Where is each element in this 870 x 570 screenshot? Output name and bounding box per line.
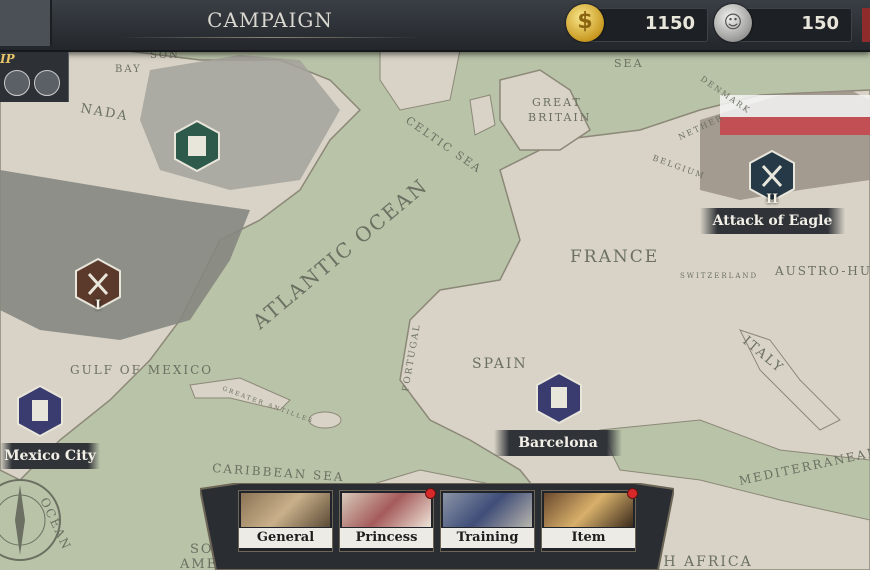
item-button[interactable]: Item: [541, 488, 638, 552]
gold-amount: 1150: [644, 13, 695, 34]
training-label: Training: [441, 528, 534, 548]
shield-icon[interactable]: [34, 70, 60, 96]
training-button[interactable]: Training: [440, 490, 535, 552]
item-label: Item: [542, 528, 635, 548]
austro-label: AUSTRO-HUN: [774, 264, 870, 278]
training-thumbnail: [443, 493, 532, 527]
barcelona-label[interactable]: Barcelona: [494, 430, 622, 456]
mexico-city-label[interactable]: Mexico City: [0, 443, 100, 469]
left-panel-label: IP: [0, 52, 15, 66]
general-button[interactable]: General: [238, 490, 333, 552]
attack-of-eagle-label[interactable]: Attack of Eagle: [700, 208, 845, 234]
item-notification-dot: [627, 488, 638, 499]
princess-thumbnail: [342, 493, 431, 527]
item-thumbnail: [544, 493, 633, 527]
gb-label-2: BRITAIN: [528, 111, 591, 124]
princess-label: Princess: [340, 528, 433, 548]
france-label: FRANCE: [570, 247, 659, 267]
canada-marker-icon[interactable]: [174, 120, 220, 172]
left-panel[interactable]: IP: [0, 52, 69, 102]
america-rank: I: [95, 298, 102, 313]
mexico-marker-icon[interactable]: [17, 385, 63, 437]
spain-label: SPAIN: [472, 356, 528, 372]
dollar-coin-icon: $: [566, 4, 604, 42]
gb-label-1: GREAT: [532, 96, 582, 109]
switzerland-label: SWITZERLAND: [680, 272, 758, 280]
flag-stripe-red: [720, 117, 870, 135]
scroll-icon[interactable]: [4, 70, 30, 96]
page-title: CAMPAIGN: [207, 8, 333, 32]
top-bar: CAMPAIGN 1150 $ 150 ☺: [0, 0, 870, 52]
general-label: General: [239, 528, 332, 548]
side-tab[interactable]: [862, 8, 870, 42]
bay-label: BAY: [115, 64, 142, 75]
back-button[interactable]: [0, 0, 52, 46]
princess-notification-dot: [425, 488, 436, 499]
sea-label: SEA: [614, 57, 644, 70]
eagle-rank: II: [766, 192, 779, 207]
princess-button[interactable]: Princess: [339, 488, 436, 552]
medal-coin-icon: ☺: [714, 4, 752, 42]
general-thumbnail: [241, 493, 330, 527]
gulf-label: GULF OF MEXICO: [70, 363, 213, 377]
barcelona-marker-icon[interactable]: [536, 372, 582, 424]
title-underline: [120, 37, 420, 38]
silver-amount: 150: [801, 13, 839, 34]
